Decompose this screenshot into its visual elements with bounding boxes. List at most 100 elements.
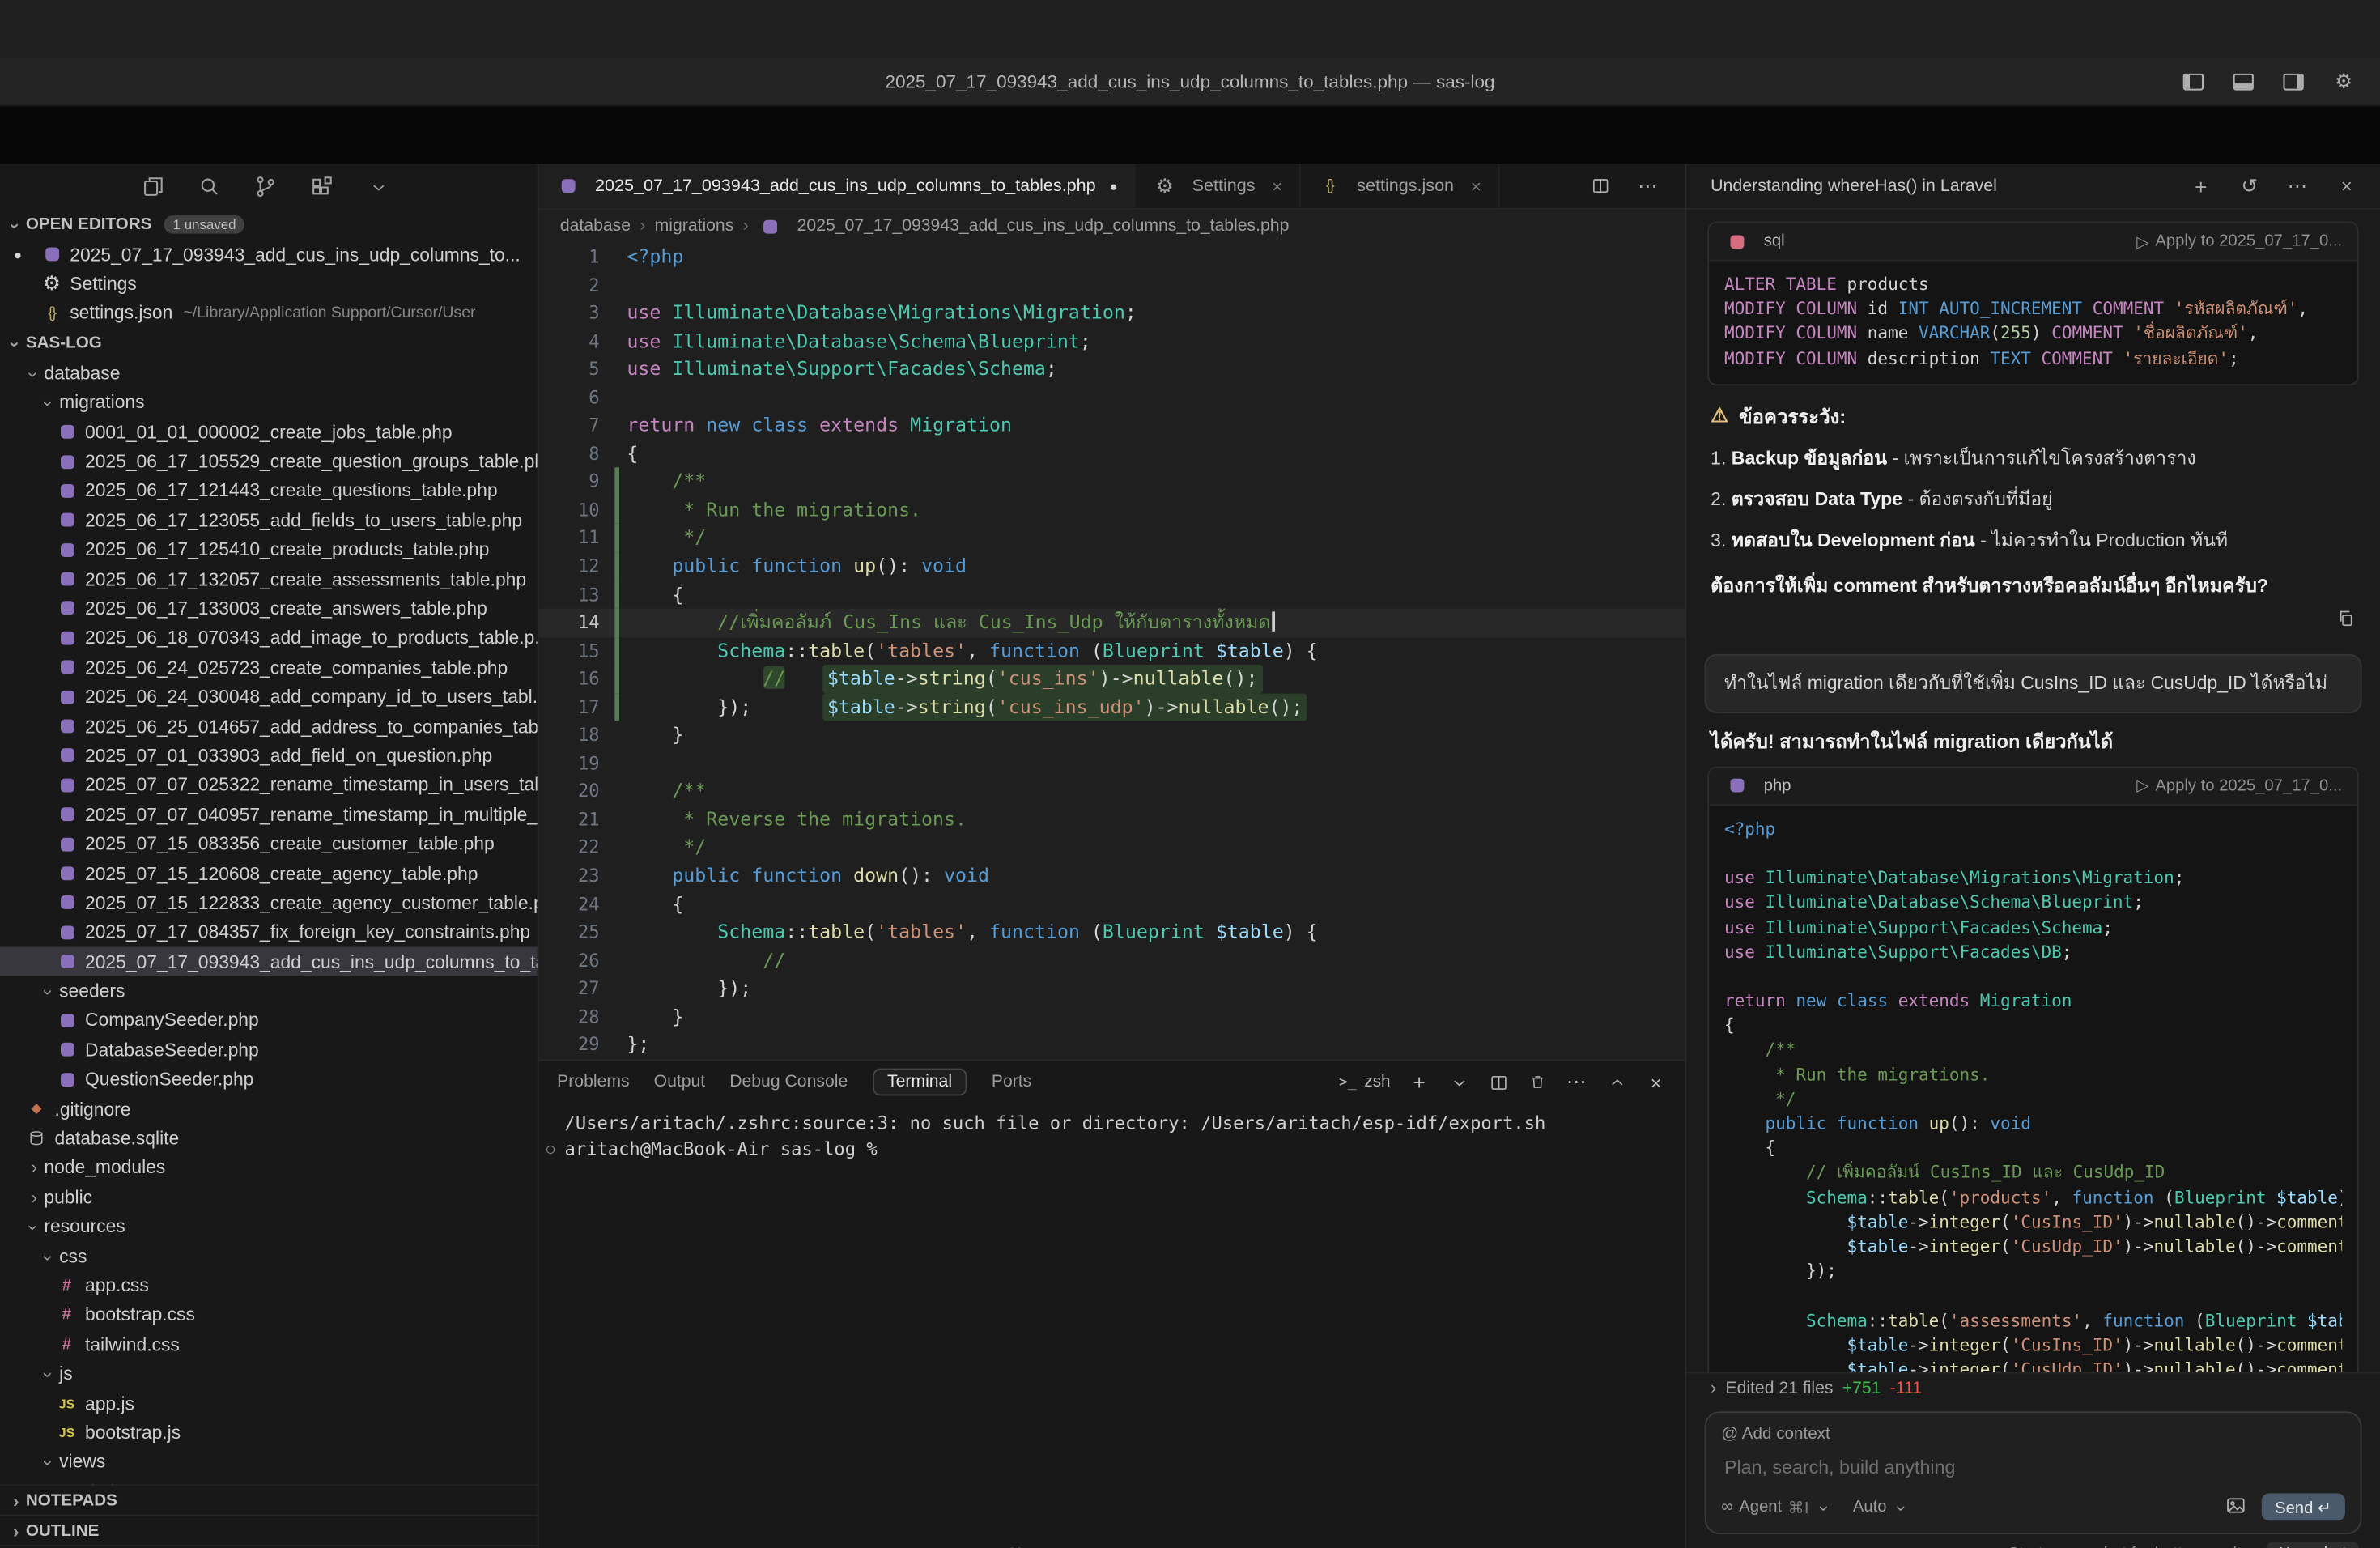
code-line[interactable]: 29};: [539, 1031, 1685, 1059]
tree-item[interactable]: ›views: [0, 1448, 538, 1477]
chat-input-placeholder[interactable]: Plan, search, build anything: [1724, 1457, 2342, 1478]
apply-button[interactable]: ▷ Apply to 2025_07_17_0...: [2136, 776, 2342, 795]
panel-tab-ports[interactable]: Ports: [992, 1070, 1031, 1095]
breadcrumb-item[interactable]: migrations: [655, 217, 734, 235]
breadcrumb-item[interactable]: database: [560, 217, 631, 235]
tree-item[interactable]: 2025_06_17_121443_create_questions_table…: [0, 476, 538, 505]
open-editors-header[interactable]: › OPEN EDITORS 1 unsaved: [0, 210, 538, 240]
maximize-panel-button[interactable]: [1606, 1072, 1627, 1091]
code-line[interactable]: 21 * Reverse the migrations.: [539, 806, 1685, 834]
tree-item[interactable]: JSapp.js: [0, 1389, 538, 1418]
new-chat-button[interactable]: New chat: [2266, 1542, 2358, 1547]
chat-messages[interactable]: sql ▷ Apply to 2025_07_17_0... ALTER TAB…: [1686, 210, 2380, 1372]
chat-tab[interactable]: Understanding whereHas() in Laravel: [1702, 176, 2006, 194]
code-line[interactable]: 13 {: [539, 580, 1685, 609]
code-line[interactable]: 19: [539, 750, 1685, 778]
tree-item[interactable]: 0001_01_01_000002_create_jobs_table.php: [0, 417, 538, 446]
tree-item[interactable]: 2025_07_15_122833_create_agency_customer…: [0, 888, 538, 917]
editor-tab[interactable]: ⚙Settings×: [1136, 164, 1301, 207]
kill-terminal-button[interactable]: [1527, 1073, 1548, 1091]
ellipsis-icon[interactable]: ⋯: [2286, 174, 2310, 198]
edited-files-row[interactable]: › Edited 21 files +751 -111: [1686, 1372, 2380, 1404]
project-header[interactable]: › SAS-LOG: [0, 328, 538, 358]
tree-item[interactable]: 2025_06_17_105529_create_question_groups…: [0, 447, 538, 476]
tree-item[interactable]: QuestionSeeder.php: [0, 1065, 538, 1094]
terminal-dropdown[interactable]: [1448, 1072, 1469, 1091]
extensions-icon[interactable]: [310, 175, 334, 199]
code-line[interactable]: 18 }: [539, 721, 1685, 750]
pages-icon[interactable]: [141, 175, 165, 199]
tree-item[interactable]: 2025_06_17_123055_add_fields_to_users_ta…: [0, 505, 538, 534]
tree-item[interactable]: ›admin: [0, 1477, 538, 1484]
split-icon[interactable]: [1587, 176, 1612, 195]
code-line[interactable]: 16 //$table->string('cus_ins')->nullable…: [539, 665, 1685, 693]
model-selector[interactable]: Auto ›: [1853, 1496, 1913, 1517]
sidebar-section-outline[interactable]: ›OUTLINE: [0, 1515, 538, 1545]
terminal-output[interactable]: /Users/aritach/.zshrc:source:3: no such …: [539, 1104, 1685, 1548]
tree-item[interactable]: 2025_06_18_070343_add_image_to_products_…: [0, 623, 538, 653]
editor-tab[interactable]: {}settings.json×: [1301, 164, 1500, 207]
code-line[interactable]: 26 //: [539, 946, 1685, 975]
code-line[interactable]: 22 */: [539, 834, 1685, 862]
code-line[interactable]: 14 //เพิ่มคอลัมภ์ Cus_Ins และ Cus_Ins_Ud…: [539, 609, 1685, 637]
code-line[interactable]: 27 });: [539, 975, 1685, 1003]
close-icon[interactable]: ×: [1272, 176, 1282, 197]
chat-input[interactable]: @ Add context Plan, search, build anythi…: [1705, 1411, 2362, 1534]
tree-item[interactable]: ◆.gitignore: [0, 1094, 538, 1123]
ellipsis-icon[interactable]: ⋯: [1636, 174, 1660, 198]
close-icon[interactable]: ×: [2335, 175, 2359, 198]
apply-button[interactable]: ▷ Apply to 2025_07_17_0...: [2136, 232, 2342, 251]
panel-tab-problems[interactable]: Problems: [557, 1070, 629, 1095]
new-terminal-button[interactable]: +: [1409, 1070, 1430, 1095]
code-line[interactable]: 11 */: [539, 525, 1685, 553]
code-line[interactable]: 9 /**: [539, 468, 1685, 496]
breadcrumb-item[interactable]: 2025_07_17_093943_add_cus_ins_udp_column…: [797, 217, 1290, 235]
tree-item[interactable]: ›database: [0, 359, 538, 388]
tree-item[interactable]: 2025_07_07_040957_rename_timestamp_in_mu…: [0, 800, 538, 829]
split-terminal-button[interactable]: [1488, 1072, 1509, 1091]
code-line[interactable]: 12 public function up(): void: [539, 552, 1685, 580]
open-editor-item[interactable]: ⚙Settings: [0, 270, 538, 299]
close-panel-button[interactable]: ×: [1646, 1070, 1667, 1093]
code-line[interactable]: 6: [539, 384, 1685, 412]
panel-tab-debug-console[interactable]: Debug Console: [729, 1070, 848, 1095]
tree-item[interactable]: JSbootstrap.js: [0, 1418, 538, 1447]
tree-item[interactable]: ›node_modules: [0, 1153, 538, 1182]
agent-mode-selector[interactable]: ∞ Agent ⌘I ›: [1721, 1496, 1834, 1517]
tree-item[interactable]: #bootstrap.css: [0, 1300, 538, 1329]
tree-item[interactable]: 2025_06_17_125410_create_products_table.…: [0, 535, 538, 564]
image-icon[interactable]: [2225, 1494, 2246, 1520]
layout-right-icon[interactable]: [2281, 70, 2306, 94]
code-line[interactable]: 28 }: [539, 1003, 1685, 1031]
layout-bottom-icon[interactable]: [2231, 70, 2255, 94]
history-icon[interactable]: ↺: [2238, 174, 2262, 198]
tree-item[interactable]: ›seeders: [0, 976, 538, 1006]
tree-item[interactable]: ›css: [0, 1241, 538, 1270]
code-editor[interactable]: 1<?php23use Illuminate\Database\Migratio…: [539, 243, 1685, 1059]
code-line[interactable]: 4use Illuminate\Database\Schema\Blueprin…: [539, 327, 1685, 355]
code-line[interactable]: 24 {: [539, 891, 1685, 919]
code-line[interactable]: 17 });$table->string('cus_ins_udp')->nul…: [539, 693, 1685, 721]
tree-item[interactable]: #app.css: [0, 1270, 538, 1299]
code-line[interactable]: 2: [539, 271, 1685, 300]
tree-item[interactable]: 2025_07_17_084357_fix_foreign_key_constr…: [0, 917, 538, 946]
code-line[interactable]: 1<?php: [539, 243, 1685, 271]
tree-item[interactable]: ›migrations: [0, 388, 538, 417]
tree-item[interactable]: 2025_07_01_033903_add_field_on_question.…: [0, 741, 538, 770]
code-line[interactable]: 7return new class extends Migration: [539, 412, 1685, 440]
open-editor-item[interactable]: {}settings.json~/Library/Application Sup…: [0, 299, 538, 328]
code-line[interactable]: 25 Schema::table('tables', function (Blu…: [539, 918, 1685, 946]
plus-icon[interactable]: +: [2189, 174, 2213, 198]
search-icon-lg[interactable]: [198, 175, 222, 199]
branch-icon[interactable]: [253, 175, 278, 199]
add-context-button[interactable]: @ Add context: [1721, 1425, 2345, 1443]
sidebar-section-notepads[interactable]: ›NOTEPADS: [0, 1484, 538, 1514]
layout-left-icon[interactable]: [2181, 70, 2205, 94]
terminal-more-button[interactable]: ⋯: [1566, 1070, 1587, 1095]
open-editor-item[interactable]: ●2025_07_17_093943_add_cus_ins_udp_colum…: [0, 240, 538, 269]
code-line[interactable]: 23 public function down(): void: [539, 862, 1685, 891]
tree-item[interactable]: 2025_06_17_133003_create_answers_table.p…: [0, 593, 538, 623]
tree-item[interactable]: DatabaseSeeder.php: [0, 1036, 538, 1065]
tree-item[interactable]: 2025_06_24_025723_create_companies_table…: [0, 653, 538, 682]
shell-selector[interactable]: >_zsh: [1337, 1073, 1391, 1091]
